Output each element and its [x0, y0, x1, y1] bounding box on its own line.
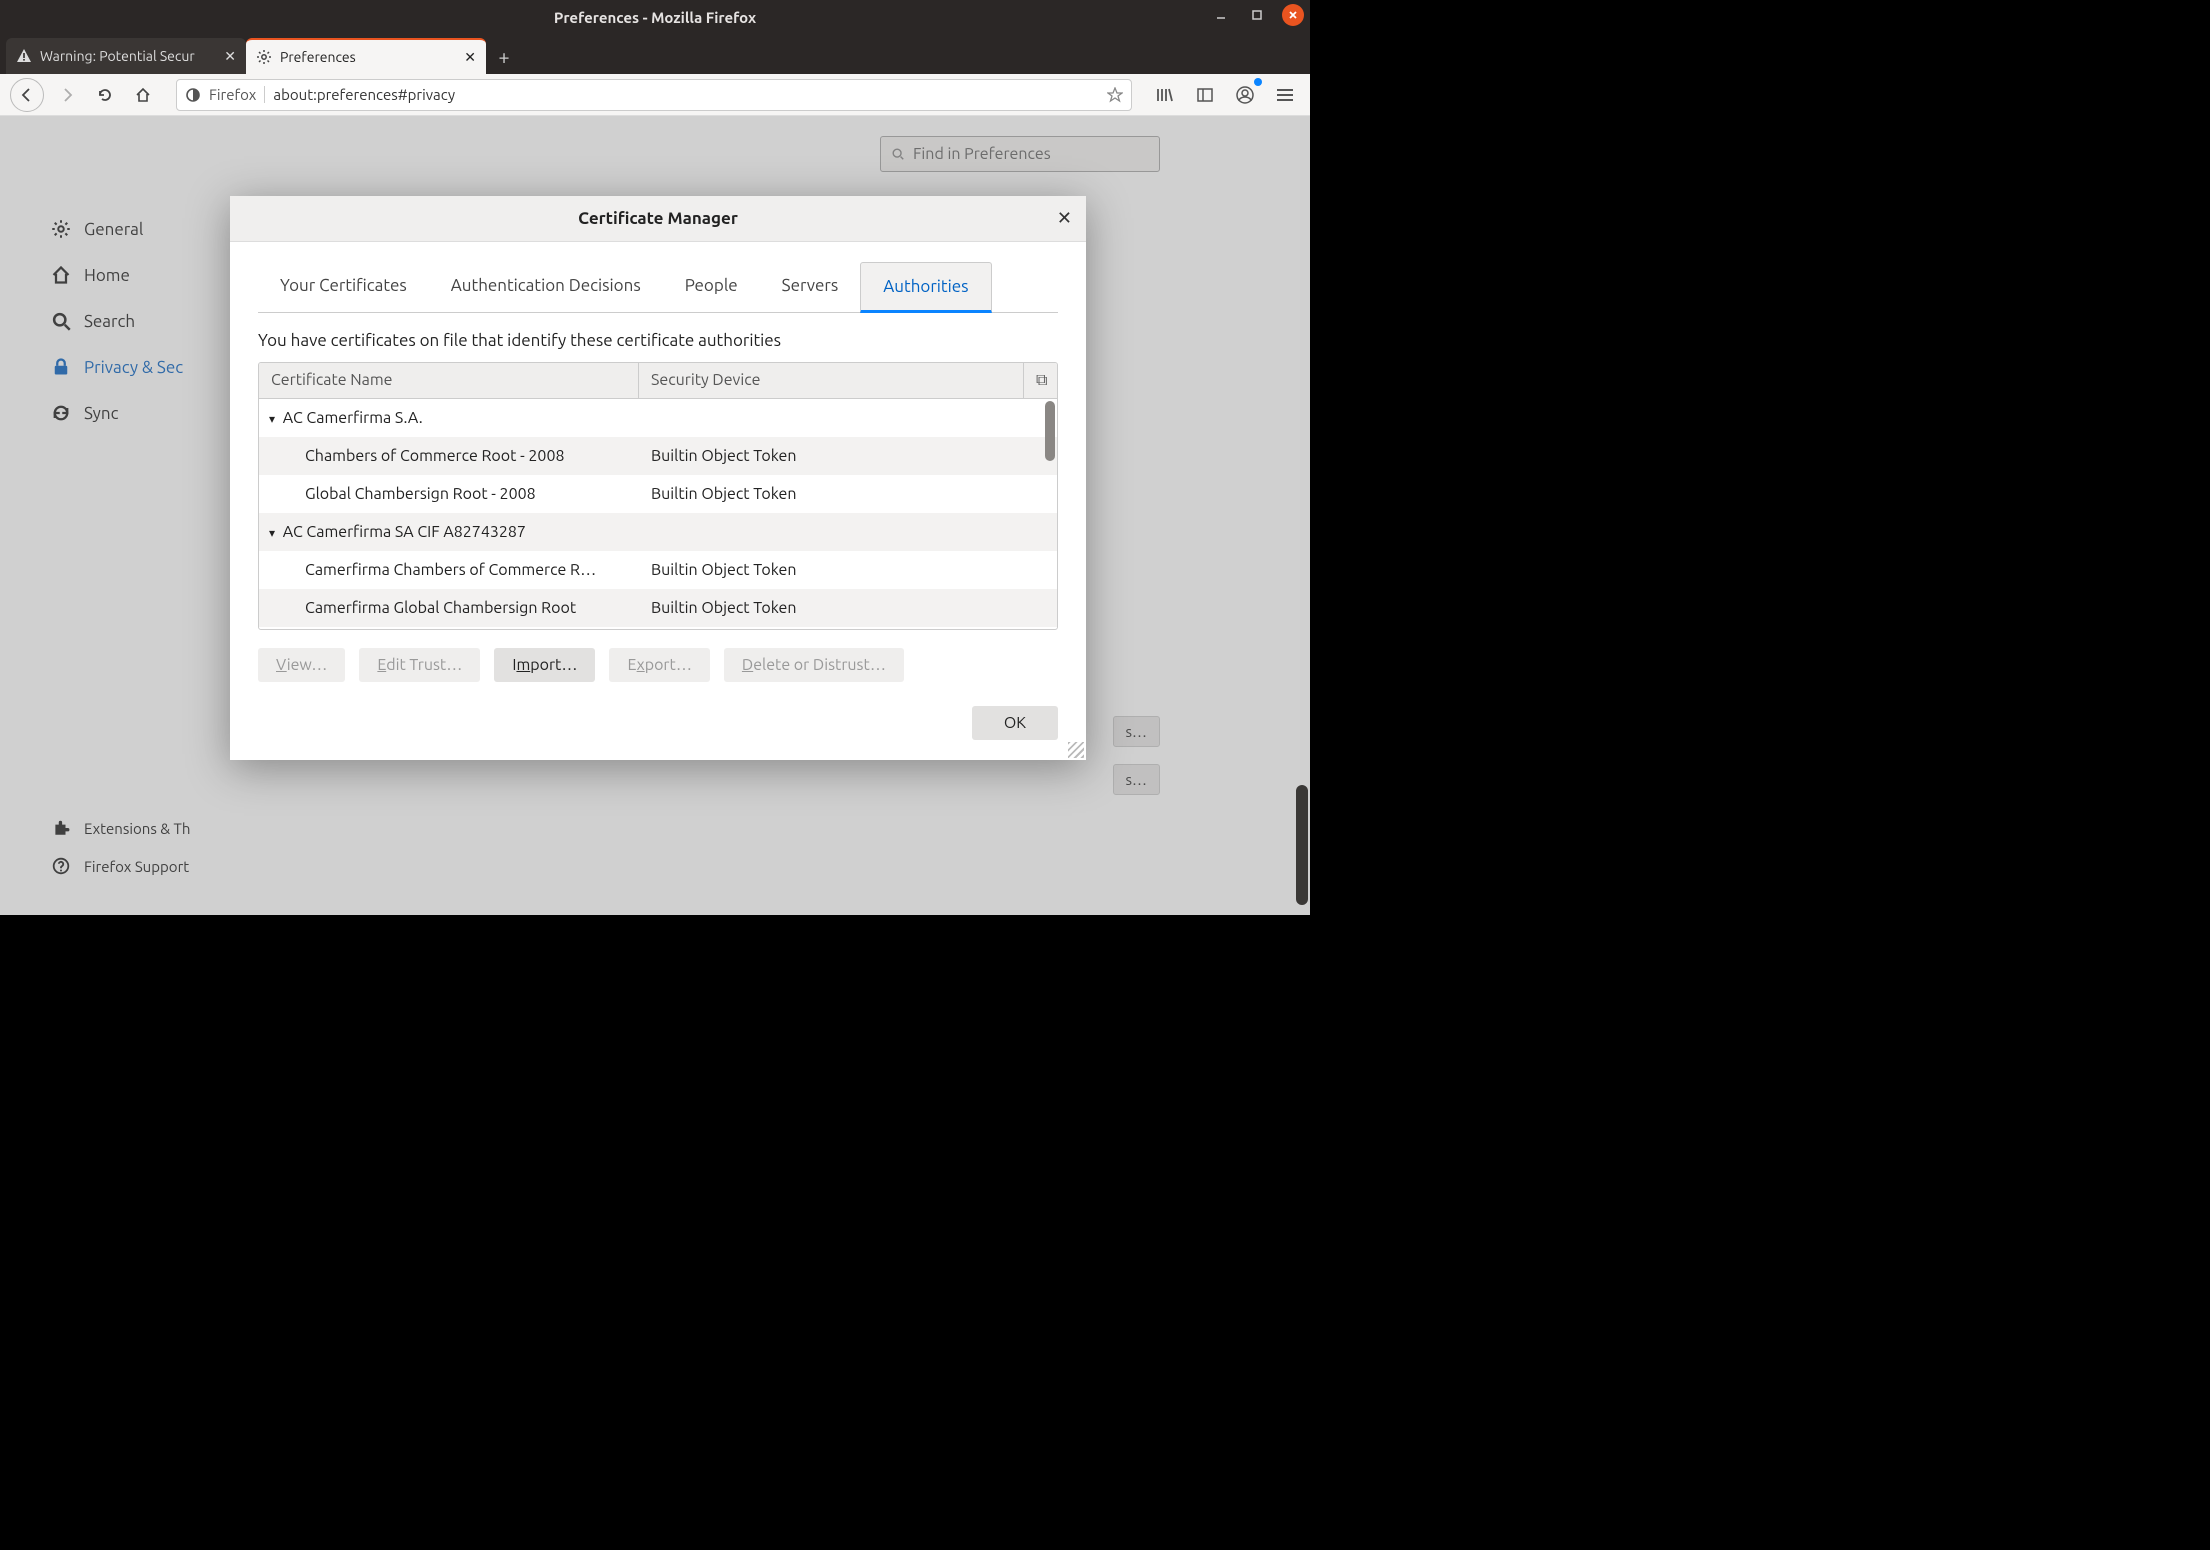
table-scrollbar-thumb[interactable]: [1045, 401, 1055, 461]
tab-close-button[interactable]: ✕: [224, 48, 236, 65]
library-icon[interactable]: [1150, 80, 1180, 110]
cert-group-row[interactable]: ▾ AC Camerfirma SA CIF A82743287: [259, 513, 1057, 551]
delete-button[interactable]: Delete or Distrust…: [724, 648, 904, 682]
cert-table-header: Certificate Name Security Device ⧉: [259, 363, 1057, 399]
tab-your-certificates[interactable]: Your Certificates: [258, 262, 429, 312]
url-bar[interactable]: Firefox about:preferences#privacy: [176, 79, 1132, 111]
tab-auth-decisions[interactable]: Authentication Decisions: [429, 262, 663, 312]
bookmark-star-icon[interactable]: [1107, 87, 1123, 103]
chevron-down-icon: ▾: [269, 412, 275, 426]
browser-tabstrip: Warning: Potential Secur ✕ Preferences ✕…: [0, 34, 1310, 74]
window-titlebar: Preferences - Mozilla Firefox: [0, 0, 1310, 34]
warning-icon: [16, 48, 32, 64]
new-tab-button[interactable]: +: [486, 38, 522, 74]
certificate-manager-dialog: Certificate Manager ✕ Your Certificates …: [230, 196, 1086, 760]
urlbar-brand: Firefox: [209, 86, 265, 103]
dialog-prompt: You have certificates on file that ident…: [258, 331, 1058, 350]
export-button[interactable]: Export…: [609, 648, 709, 682]
firefox-shield-icon: [185, 87, 201, 103]
window-maximize-button[interactable]: [1246, 4, 1268, 26]
import-button[interactable]: Import…: [494, 648, 595, 682]
account-icon[interactable]: [1230, 80, 1260, 110]
cert-table-body[interactable]: ▾ AC Camerfirma S.A. Chambers of Commerc…: [259, 399, 1057, 629]
col-header-name[interactable]: Certificate Name: [259, 363, 639, 398]
back-button[interactable]: [10, 78, 44, 112]
forward-button[interactable]: [52, 80, 82, 110]
menu-button[interactable]: [1270, 80, 1300, 110]
window-title: Preferences - Mozilla Firefox: [554, 9, 756, 26]
tab-warning[interactable]: Warning: Potential Secur ✕: [6, 38, 246, 74]
col-header-device[interactable]: Security Device: [639, 363, 1023, 398]
tab-label: Preferences: [280, 49, 356, 65]
resize-handle[interactable]: [1068, 742, 1084, 758]
tab-label: Warning: Potential Secur: [40, 48, 195, 64]
ok-button[interactable]: OK: [972, 706, 1058, 740]
column-picker-icon[interactable]: ⧉: [1023, 363, 1057, 398]
gear-icon: [256, 49, 272, 65]
tab-preferences[interactable]: Preferences ✕: [246, 38, 486, 74]
browser-toolbar: Firefox about:preferences#privacy: [0, 74, 1310, 116]
chevron-down-icon: ▾: [269, 526, 275, 540]
browser-content: General Home Search Privacy & Sec Sync: [0, 116, 1310, 915]
cert-tabs: Your Certificates Authentication Decisio…: [258, 262, 1058, 313]
urlbar-url: about:preferences#privacy: [273, 86, 1099, 103]
page-scrollbar-thumb[interactable]: [1296, 785, 1308, 905]
dialog-header: Certificate Manager ✕: [230, 196, 1086, 242]
cert-row[interactable]: Camerfirma Global Chambersign Root Built…: [259, 589, 1057, 627]
cert-row[interactable]: Global Chambersign Root - 2008 Builtin O…: [259, 475, 1057, 513]
cert-table: Certificate Name Security Device ⧉ ▾ AC …: [258, 362, 1058, 630]
notification-dot-icon: [1254, 78, 1262, 86]
home-button[interactable]: [128, 80, 158, 110]
dialog-title: Certificate Manager: [578, 209, 738, 228]
cert-row[interactable]: Chambers of Commerce Root - 2008 Builtin…: [259, 437, 1057, 475]
cert-row[interactable]: Camerfirma Chambers of Commerce R… Built…: [259, 551, 1057, 589]
edit-trust-button[interactable]: Edit Trust…: [359, 648, 480, 682]
dialog-close-button[interactable]: ✕: [1057, 208, 1072, 229]
tab-authorities[interactable]: Authorities: [860, 262, 991, 313]
sidebar-toggle-icon[interactable]: [1190, 80, 1220, 110]
tab-servers[interactable]: Servers: [760, 262, 861, 312]
tab-people[interactable]: People: [663, 262, 760, 312]
window-minimize-button[interactable]: [1210, 4, 1232, 26]
reload-button[interactable]: [90, 80, 120, 110]
tab-close-button[interactable]: ✕: [464, 49, 476, 66]
dialog-action-row: View… Edit Trust… Import… Export… Delete…: [258, 648, 1058, 682]
cert-group-row[interactable]: ▾ AC Camerfirma S.A.: [259, 399, 1057, 437]
view-button[interactable]: View…: [258, 648, 345, 682]
window-close-button[interactable]: [1282, 4, 1304, 26]
